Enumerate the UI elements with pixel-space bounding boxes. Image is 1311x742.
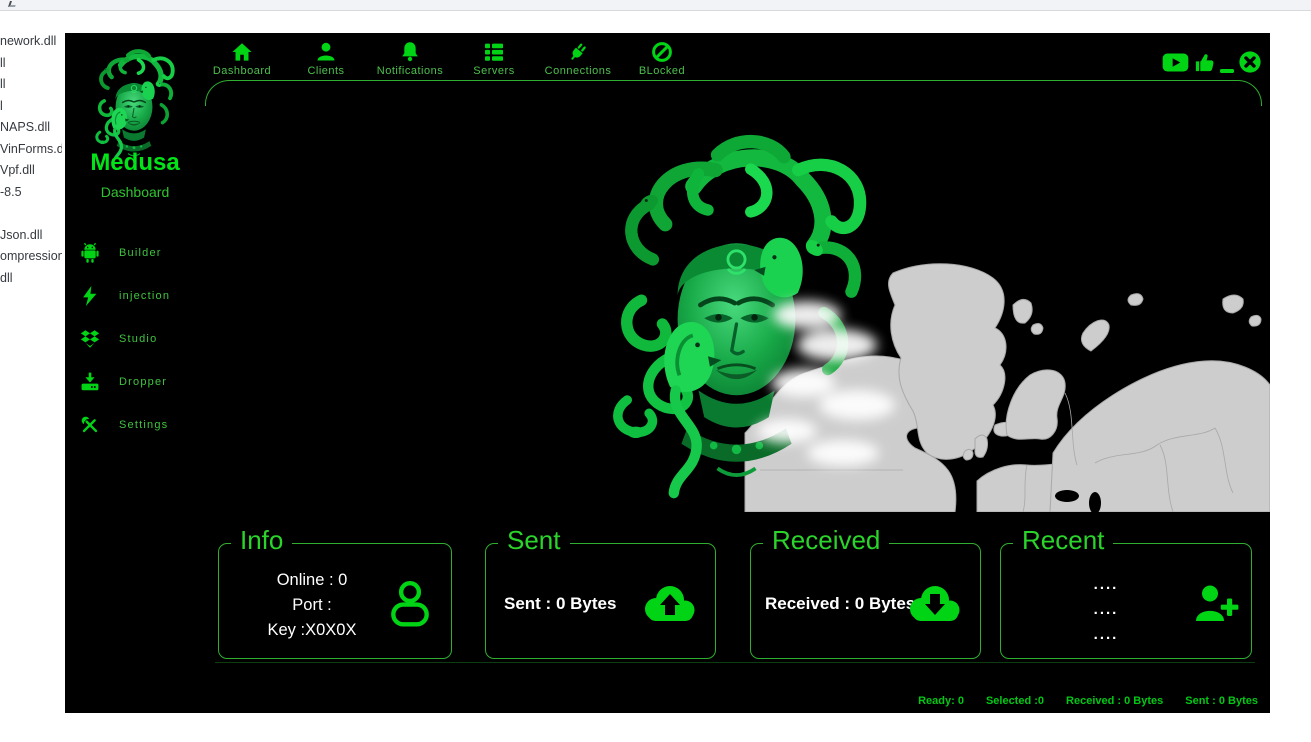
- tab-connections[interactable]: Connections: [536, 40, 620, 84]
- person-add-icon: [1191, 582, 1239, 624]
- person-outline-icon: [385, 576, 435, 630]
- bell-icon: [398, 40, 422, 64]
- cloud-download-icon: [904, 580, 964, 626]
- status-received: Received : 0 Bytes: [1066, 695, 1163, 707]
- sidebar: Medusa Dashboard Builder injection: [65, 33, 205, 713]
- received-card-legend: Received: [763, 525, 889, 556]
- dll-line: ll: [0, 74, 62, 96]
- blocked-icon: [650, 40, 674, 64]
- dropbox-icon: [79, 328, 101, 350]
- dll-line: nework.dll: [0, 31, 62, 53]
- background-dll-list: nework.dll ll ll l NAPS.dll VinForms.dll…: [0, 31, 62, 289]
- dll-line: Vpf.dll: [0, 160, 62, 182]
- background-window-strip: [0, 0, 1311, 11]
- status-bar: Ready: 0 Selected :0 Received : 0 Bytes …: [918, 695, 1258, 707]
- android-icon: [79, 242, 101, 264]
- dll-line: VinForms.dll: [0, 139, 62, 161]
- received-value: Received : 0 Bytes: [765, 594, 915, 614]
- received-card: Received Received : 0 Bytes: [750, 543, 981, 659]
- recent-list: .... .... ....: [1061, 572, 1151, 647]
- medusa-logo: [83, 47, 185, 159]
- youtube-icon[interactable]: [1162, 53, 1189, 72]
- background-window-fragment: [8, 1, 17, 7]
- sidebar-item-label: Builder: [119, 247, 162, 259]
- dll-line: ll: [0, 53, 62, 75]
- sidebar-item-settings[interactable]: Settings: [79, 403, 205, 446]
- tab-dashboard[interactable]: Dashboard: [200, 40, 284, 84]
- person-icon: [314, 40, 338, 64]
- dll-line: NAPS.dll: [0, 117, 62, 139]
- sent-value: Sent : 0 Bytes: [504, 594, 616, 614]
- server-list-icon: [482, 40, 506, 64]
- status-sent: Sent : 0 Bytes: [1185, 695, 1258, 707]
- sidebar-menu: Builder injection Studio Dropper: [79, 231, 205, 446]
- dll-line: [0, 203, 62, 225]
- info-card: Info Online : 0 Port : Key :X0X0X: [218, 543, 452, 659]
- tab-label: Servers: [473, 65, 514, 77]
- app-title: Medusa: [65, 149, 205, 177]
- sidebar-item-label: Dropper: [119, 376, 167, 388]
- recent-list-item: ....: [1061, 597, 1151, 622]
- close-icon[interactable]: [1238, 50, 1262, 74]
- lightning-icon: [79, 285, 101, 307]
- top-navbar: Dashboard Clients Notifications Servers: [200, 40, 704, 84]
- content-panel-border-bottom: [215, 662, 1255, 663]
- window-controls: [1162, 50, 1262, 74]
- sent-card: Sent Sent : 0 Bytes: [485, 543, 716, 659]
- thumbs-up-icon[interactable]: [1193, 51, 1216, 74]
- sidebar-item-dropper[interactable]: Dropper: [79, 360, 205, 403]
- sidebar-item-label: injection: [119, 290, 170, 302]
- tab-blocked[interactable]: BLocked: [620, 40, 704, 84]
- sidebar-item-builder[interactable]: Builder: [79, 231, 205, 274]
- recent-card: Recent .... .... ....: [1000, 543, 1252, 659]
- tab-label: Dashboard: [213, 65, 271, 77]
- recent-list-item: ....: [1061, 622, 1151, 647]
- medusa-app-window: Dashboard Clients Notifications Servers: [65, 33, 1270, 713]
- plug-icon: [566, 40, 590, 64]
- status-ready: Ready: 0: [918, 695, 964, 707]
- page-title: Dashboard: [65, 184, 205, 200]
- recent-list-item: ....: [1061, 572, 1151, 597]
- cloud-upload-icon: [639, 580, 699, 626]
- dll-line: dll: [0, 268, 62, 290]
- tab-label: Connections: [545, 65, 612, 77]
- recent-card-legend: Recent: [1013, 525, 1113, 556]
- tab-label: BLocked: [639, 65, 685, 77]
- minimize-icon[interactable]: [1220, 69, 1234, 74]
- dll-line: Json.dll: [0, 225, 62, 247]
- sidebar-item-label: Settings: [119, 419, 168, 431]
- port-value: Port :: [237, 593, 387, 618]
- info-card-values: Online : 0 Port : Key :X0X0X: [237, 568, 387, 643]
- tools-icon: [79, 414, 101, 436]
- install-icon: [79, 371, 101, 393]
- tab-servers[interactable]: Servers: [452, 40, 536, 84]
- dll-line: -8.5: [0, 182, 62, 204]
- info-card-legend: Info: [231, 525, 292, 556]
- tab-label: Clients: [307, 65, 344, 77]
- home-icon: [230, 40, 254, 64]
- sidebar-item-injection[interactable]: injection: [79, 274, 205, 317]
- key-value: Key :X0X0X: [237, 618, 387, 643]
- sidebar-item-label: Studio: [119, 333, 157, 345]
- sent-card-legend: Sent: [498, 525, 570, 556]
- online-count: Online : 0: [237, 568, 387, 593]
- tab-label: Notifications: [377, 65, 443, 77]
- sidebar-item-studio[interactable]: Studio: [79, 317, 205, 360]
- dll-line: l: [0, 96, 62, 118]
- status-selected: Selected :0: [986, 695, 1044, 707]
- dll-line: ompression.Z: [0, 246, 62, 268]
- tab-notifications[interactable]: Notifications: [368, 40, 452, 84]
- tab-clients[interactable]: Clients: [284, 40, 368, 84]
